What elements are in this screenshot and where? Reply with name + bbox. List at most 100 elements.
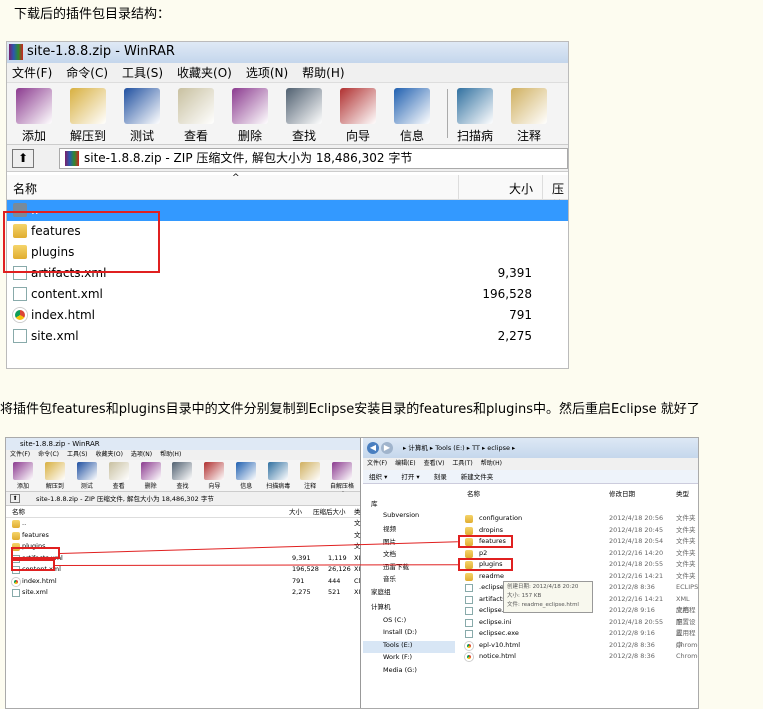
delete-icon <box>232 88 268 124</box>
winrar-title: site-1.8.8.zip - WinRAR <box>27 44 175 59</box>
mini-toolbar-button[interactable]: 解压到 <box>41 460 69 491</box>
mini-menu-item[interactable]: 帮助(H) <box>160 450 181 460</box>
toolbar-button-find-binoculars[interactable]: 查找 <box>281 83 327 144</box>
nav-item[interactable]: 库 <box>363 498 455 511</box>
mini-toolbar-icon <box>44 462 65 480</box>
back-arrow-icon[interactable]: ◀ <box>367 442 379 454</box>
up-arrow-icon: ⬆ <box>17 151 29 165</box>
chrome-icon <box>13 308 27 322</box>
file-icon <box>465 607 473 615</box>
mini-toolbar-button[interactable]: 注释 <box>296 460 324 491</box>
mini-toolbar-button[interactable]: 添加 <box>9 460 37 491</box>
explorer-file-row[interactable]: eclipsec.exe 2012/2/8 9:16 应用程序 <box>363 628 698 649</box>
mini-toolbar-button[interactable]: 向导 <box>200 460 228 491</box>
toolbar-button-test[interactable]: 测试 <box>119 83 165 144</box>
column-name[interactable]: 名称 <box>13 180 37 197</box>
toolbar-button-comment[interactable]: 注释 <box>506 83 552 144</box>
mini-toolbar-button[interactable]: 自解压格式 <box>328 460 356 499</box>
explorer-file-name: epl-v10.html <box>479 640 521 649</box>
explorer-file-type: 文件夹 <box>676 525 696 534</box>
folder-icon <box>465 526 473 535</box>
scan-virus-icon <box>457 88 493 124</box>
toolbar-label: 查看 <box>183 129 208 143</box>
address-field[interactable]: site-1.8.8.zip - ZIP 压缩文件, 解包大小为 18,486,… <box>59 148 568 169</box>
explorer-menu-item[interactable]: 帮助(H) <box>481 458 502 470</box>
mini-toolbar-button[interactable]: 信息 <box>232 460 260 491</box>
mini-col-type[interactable]: 类 <box>354 506 361 518</box>
mini-file-row[interactable]: site.xml 2,275 521 XI <box>6 587 360 599</box>
tooltip-line-1: 创建日期: 2012/4/18 20:20 <box>507 584 579 590</box>
mini-features-box <box>11 547 60 559</box>
mini-toolbar-button[interactable]: 测试 <box>73 460 101 491</box>
explorer-toolbar-button[interactable]: 打开 ▾ <box>401 470 419 483</box>
explorer-menu-item[interactable]: 文件(F) <box>367 458 387 470</box>
mini-menu-item[interactable]: 文件(F) <box>10 450 30 460</box>
mini-winrar-title: site-1.8.8.zip - WinRAR <box>6 438 360 450</box>
explorer-file-date: 2012/4/18 20:45 <box>609 525 664 534</box>
extract-to-icon <box>70 88 106 124</box>
file-row[interactable]: content.xml 196,528 <box>7 284 568 305</box>
explorer-col-name[interactable]: 名称 <box>467 488 480 500</box>
menu-tools[interactable]: 工具(S) <box>122 63 163 82</box>
menu-help[interactable]: 帮助(H) <box>302 63 344 82</box>
mini-menu-item[interactable]: 选项(N) <box>131 450 152 460</box>
nav-item[interactable]: Media (G:) <box>363 666 455 679</box>
explorer-toolbar-button[interactable]: 刻录 <box>434 470 447 483</box>
explorer-toolbar-button[interactable]: 新建文件夹 <box>461 470 494 483</box>
mini-file-row[interactable]: .. 文 <box>6 518 361 530</box>
toolbar-button-wizard[interactable]: 向导 <box>335 83 381 144</box>
explorer-toolbar-button[interactable]: 组织 ▾ <box>369 470 387 483</box>
mini-up-icon[interactable]: ⬆ <box>10 494 20 503</box>
up-folder-button[interactable]: ⬆ <box>12 149 34 168</box>
mini-toolbar-button[interactable]: 查看 <box>105 460 133 491</box>
toolbar-button-scan-virus[interactable]: 扫描病毒 <box>452 83 498 160</box>
explorer-file-row[interactable]: configuration 2012/4/18 20:56 文件夹 <box>363 513 698 525</box>
toolbar-button-delete[interactable]: 删除 <box>227 83 273 144</box>
mini-col-name[interactable]: 名称 <box>12 506 25 518</box>
toolbar-label: 查找 <box>291 129 316 143</box>
mini-file-type: XI <box>354 565 361 573</box>
mini-toolbar-button[interactable]: 删除 <box>137 460 165 491</box>
explorer-nav-bar: ◀ ▶ ▸ 计算机 ▸ Tools (E:) ▸ TT ▸ eclipse ▸ <box>363 438 698 458</box>
explorer-file-name: eclipsec.exe <box>479 629 519 637</box>
explorer-col-date[interactable]: 修改日期 <box>609 488 635 500</box>
toolbar-button-view-glasses[interactable]: 查看 <box>173 83 219 144</box>
explorer-menu-item[interactable]: 工具(T) <box>452 458 472 470</box>
explorer-menu-item[interactable]: 查看(V) <box>424 458 445 470</box>
explorer-file-row[interactable]: eclipse.ini 2012/4/18 20:55 配置设置 <box>363 617 698 637</box>
toolbar-button-extract-to[interactable]: 解压到 <box>65 83 111 144</box>
explorer-col-type[interactable]: 类型 <box>676 488 689 500</box>
menu-options[interactable]: 选项(N) <box>246 63 288 82</box>
explorer-file-row[interactable]: notice.html 2012/2/8 8:36 Chrome <box>363 651 698 663</box>
mini-toolbar-button[interactable]: 扫描病毒 <box>264 460 292 491</box>
mini-col-packed[interactable]: 压缩后大小 <box>313 506 346 518</box>
mini-menu-item[interactable]: 工具(S) <box>67 450 88 460</box>
explorer-file-row[interactable]: epl-v10.html 2012/2/8 8:36 Chrome <box>363 640 698 652</box>
mini-menu-item[interactable]: 收藏夹(O) <box>96 450 123 460</box>
winrar-title-bar: site-1.8.8.zip - WinRAR <box>7 42 568 63</box>
mini-file-row[interactable]: features 文 <box>6 530 361 542</box>
mini-toolbar-label: 注释 <box>304 483 317 490</box>
explorer-file-row[interactable]: dropins 2012/4/18 20:45 文件夹 <box>363 525 698 537</box>
sort-arrow-icon: ^ <box>232 173 240 183</box>
chrome-icon <box>465 641 473 650</box>
explorer-file-date: 2012/2/16 14:20 <box>609 548 664 557</box>
mini-toolbar-button[interactable]: 查找 <box>169 460 197 491</box>
mini-file-size: 791 <box>292 576 305 585</box>
mini-col-size[interactable]: 大小 <box>289 506 302 518</box>
toolbar-button-info[interactable]: 信息 <box>389 83 435 144</box>
file-row[interactable]: index.html 791 <box>7 305 568 326</box>
mini-menu-item[interactable]: 命令(C) <box>38 450 59 460</box>
file-row[interactable]: site.xml 2,275 <box>7 326 568 347</box>
explorer-breadcrumb[interactable]: ▸ 计算机 ▸ Tools (E:) ▸ TT ▸ eclipse ▸ <box>403 444 515 452</box>
explorer-menu-item[interactable]: 编辑(E) <box>395 458 415 470</box>
column-size[interactable]: 大小 <box>509 180 533 197</box>
menu-favorites[interactable]: 收藏夹(O) <box>177 63 232 82</box>
mini-file-row[interactable]: index.html 791 444 Cl <box>6 576 360 588</box>
explorer-file-date: 2012/2/8 8:36 <box>609 583 655 591</box>
menu-file[interactable]: 文件(F) <box>12 63 52 82</box>
menu-command[interactable]: 命令(C) <box>66 63 108 82</box>
explorer-file-row[interactable]: p2 2012/2/16 14:20 文件夹 <box>363 548 698 560</box>
toolbar-button-add-books[interactable]: 添加 <box>11 83 57 144</box>
forward-arrow-icon[interactable]: ▶ <box>381 442 393 454</box>
